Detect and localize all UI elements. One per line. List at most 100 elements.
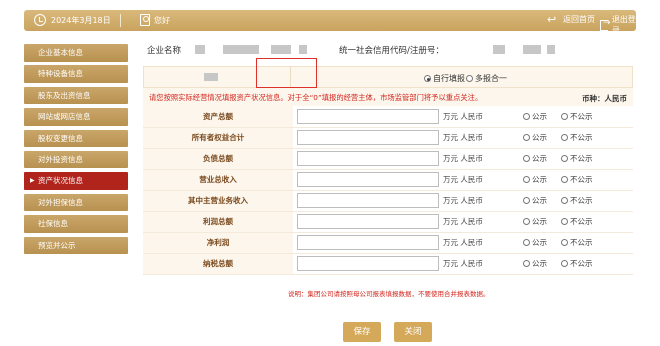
- radio-icon[interactable]: [466, 75, 473, 82]
- fill-type-row: 自行填报 多报合一: [143, 66, 633, 88]
- multi-report-option[interactable]: 多报合一: [466, 73, 507, 84]
- redacted-credit-code: [493, 45, 505, 54]
- multi-report-label: 多报合一: [475, 74, 507, 83]
- public-label: 公示: [532, 217, 547, 226]
- logout-icon: [600, 18, 610, 31]
- radio-icon[interactable]: [561, 112, 568, 120]
- asset-input-cell: [293, 169, 443, 191]
- radio-icon[interactable]: [523, 155, 530, 162]
- private-option[interactable]: 不公示: [561, 133, 593, 142]
- radio-icon[interactable]: [561, 239, 568, 246]
- notice-text: 请您按照实际经营情况填报资产状况信息。对于全“0”填报的经营主体，市场监管部门将…: [149, 93, 483, 102]
- sidebar-item-label: 股东及出资信息: [38, 90, 91, 100]
- publicity-options: 公示 不公示: [523, 148, 633, 170]
- sidebar-item-social-security[interactable]: 社保信息: [24, 215, 128, 233]
- sidebar-item-website[interactable]: 网站或网店信息: [24, 108, 128, 126]
- sidebar-item-equity-change[interactable]: 股权变更信息: [24, 129, 128, 148]
- public-option[interactable]: 公示: [523, 196, 547, 205]
- sidebar-item-label: 社保信息: [38, 219, 68, 229]
- asset-amount-input[interactable]: [297, 172, 439, 187]
- table-row: 净利润 万元 人民币 公示 不公示: [143, 232, 633, 254]
- radio-icon[interactable]: [523, 176, 530, 183]
- private-option[interactable]: 不公示: [561, 238, 593, 247]
- home-label: 返回首页: [563, 15, 595, 24]
- radio-icon[interactable]: [561, 260, 568, 267]
- asset-input-cell: [293, 232, 443, 254]
- sidebar-item-label: 资产状况信息: [38, 176, 83, 186]
- sidebar-item-label: 对外投资信息: [38, 154, 83, 164]
- currency-label: 币种：人民币: [582, 94, 627, 103]
- radio-selected-icon[interactable]: [424, 75, 431, 82]
- save-button[interactable]: 保存: [343, 322, 381, 342]
- private-option[interactable]: 不公示: [561, 154, 593, 163]
- radio-icon[interactable]: [523, 260, 530, 267]
- private-label: 不公示: [570, 111, 593, 121]
- footnote: 说明：集团公司请按照母公司报表填报数据，不要使用合并报表数据。: [288, 290, 490, 298]
- redacted-field-label: [204, 73, 218, 81]
- public-option[interactable]: 公示: [523, 238, 547, 247]
- private-option[interactable]: 不公示: [561, 196, 593, 205]
- close-button[interactable]: 关闭: [394, 322, 432, 342]
- asset-amount-input[interactable]: [297, 214, 439, 229]
- asset-amount-input[interactable]: [297, 235, 439, 250]
- sidebar-item-guarantee[interactable]: 对外担保信息: [24, 193, 128, 212]
- asset-amount-input[interactable]: [297, 193, 439, 208]
- unit-label: 万元 人民币: [443, 211, 523, 233]
- public-label: 公示: [532, 133, 547, 142]
- radio-icon[interactable]: [561, 176, 568, 183]
- self-report-option[interactable]: 自行填报: [424, 73, 465, 84]
- asset-amount-input[interactable]: [297, 151, 439, 166]
- radio-icon[interactable]: [561, 218, 568, 225]
- company-name-label: 企业名称: [147, 46, 182, 56]
- sidebar-item-investment[interactable]: 对外投资信息: [24, 150, 128, 169]
- public-option[interactable]: 公示: [523, 112, 547, 121]
- unit-label: 万元 人民币: [443, 106, 523, 128]
- radio-icon[interactable]: [523, 197, 530, 204]
- asset-label: 资产总额: [143, 106, 293, 128]
- radio-icon[interactable]: [561, 155, 568, 162]
- radio-icon[interactable]: [561, 197, 568, 204]
- public-option[interactable]: 公示: [523, 133, 547, 142]
- sidebar-item-label: 企业基本信息: [38, 48, 83, 57]
- table-row: 负债总额 万元 人民币 公示 不公示: [143, 148, 633, 170]
- private-label: 不公示: [570, 238, 593, 247]
- sidebar-item-preview[interactable]: 预览并公示: [24, 236, 128, 255]
- redacted-company-name: [223, 45, 259, 54]
- private-option[interactable]: 不公示: [561, 175, 593, 184]
- public-label: 公示: [532, 175, 547, 184]
- credit-code-label: 统一社会信用代码/注册号：: [339, 46, 444, 56]
- asset-label: 净利润: [143, 232, 293, 254]
- private-option[interactable]: 不公示: [561, 112, 593, 121]
- private-option[interactable]: 不公示: [561, 259, 593, 268]
- asset-amount-input[interactable]: [297, 256, 439, 271]
- unit-label: 万元 人民币: [443, 253, 523, 275]
- private-label: 不公示: [570, 196, 593, 205]
- radio-icon[interactable]: [523, 239, 530, 246]
- greeting: 您好: [154, 16, 170, 25]
- public-option[interactable]: 公示: [523, 217, 547, 226]
- sidebar-item-basic-info[interactable]: 企业基本信息: [24, 44, 128, 62]
- asset-amount-input[interactable]: [297, 130, 439, 145]
- public-option[interactable]: 公示: [523, 259, 547, 268]
- public-option[interactable]: 公示: [523, 175, 547, 184]
- sidebar-item-special-equipment[interactable]: 特种设备信息: [24, 65, 128, 83]
- public-option[interactable]: 公示: [523, 154, 547, 163]
- sidebar-item-assets[interactable]: ▶ 资产状况信息: [24, 172, 128, 190]
- asset-input-cell: [293, 106, 443, 128]
- notice-bar: 请您按照实际经营情况填报资产状况信息。对于全“0”填报的经营主体，市场监管部门将…: [143, 88, 633, 106]
- asset-label: 纳税总额: [143, 253, 293, 275]
- radio-icon[interactable]: [523, 134, 530, 141]
- sidebar-item-shareholders[interactable]: 股东及出资信息: [24, 86, 128, 105]
- radio-icon[interactable]: [561, 134, 568, 141]
- asset-label: 利润总额: [143, 211, 293, 233]
- asset-amount-input[interactable]: [297, 108, 439, 124]
- logout-button[interactable]: 退出登录: [600, 14, 636, 36]
- asset-input-cell: [293, 253, 443, 275]
- home-button[interactable]: ↩ 返回首页: [547, 14, 595, 25]
- public-label: 公示: [532, 259, 547, 268]
- asset-label: 营业总收入: [143, 169, 293, 191]
- radio-icon[interactable]: [523, 218, 530, 225]
- radio-icon[interactable]: [523, 112, 530, 120]
- private-option[interactable]: 不公示: [561, 217, 593, 226]
- publicity-options: 公示 不公示: [523, 211, 633, 233]
